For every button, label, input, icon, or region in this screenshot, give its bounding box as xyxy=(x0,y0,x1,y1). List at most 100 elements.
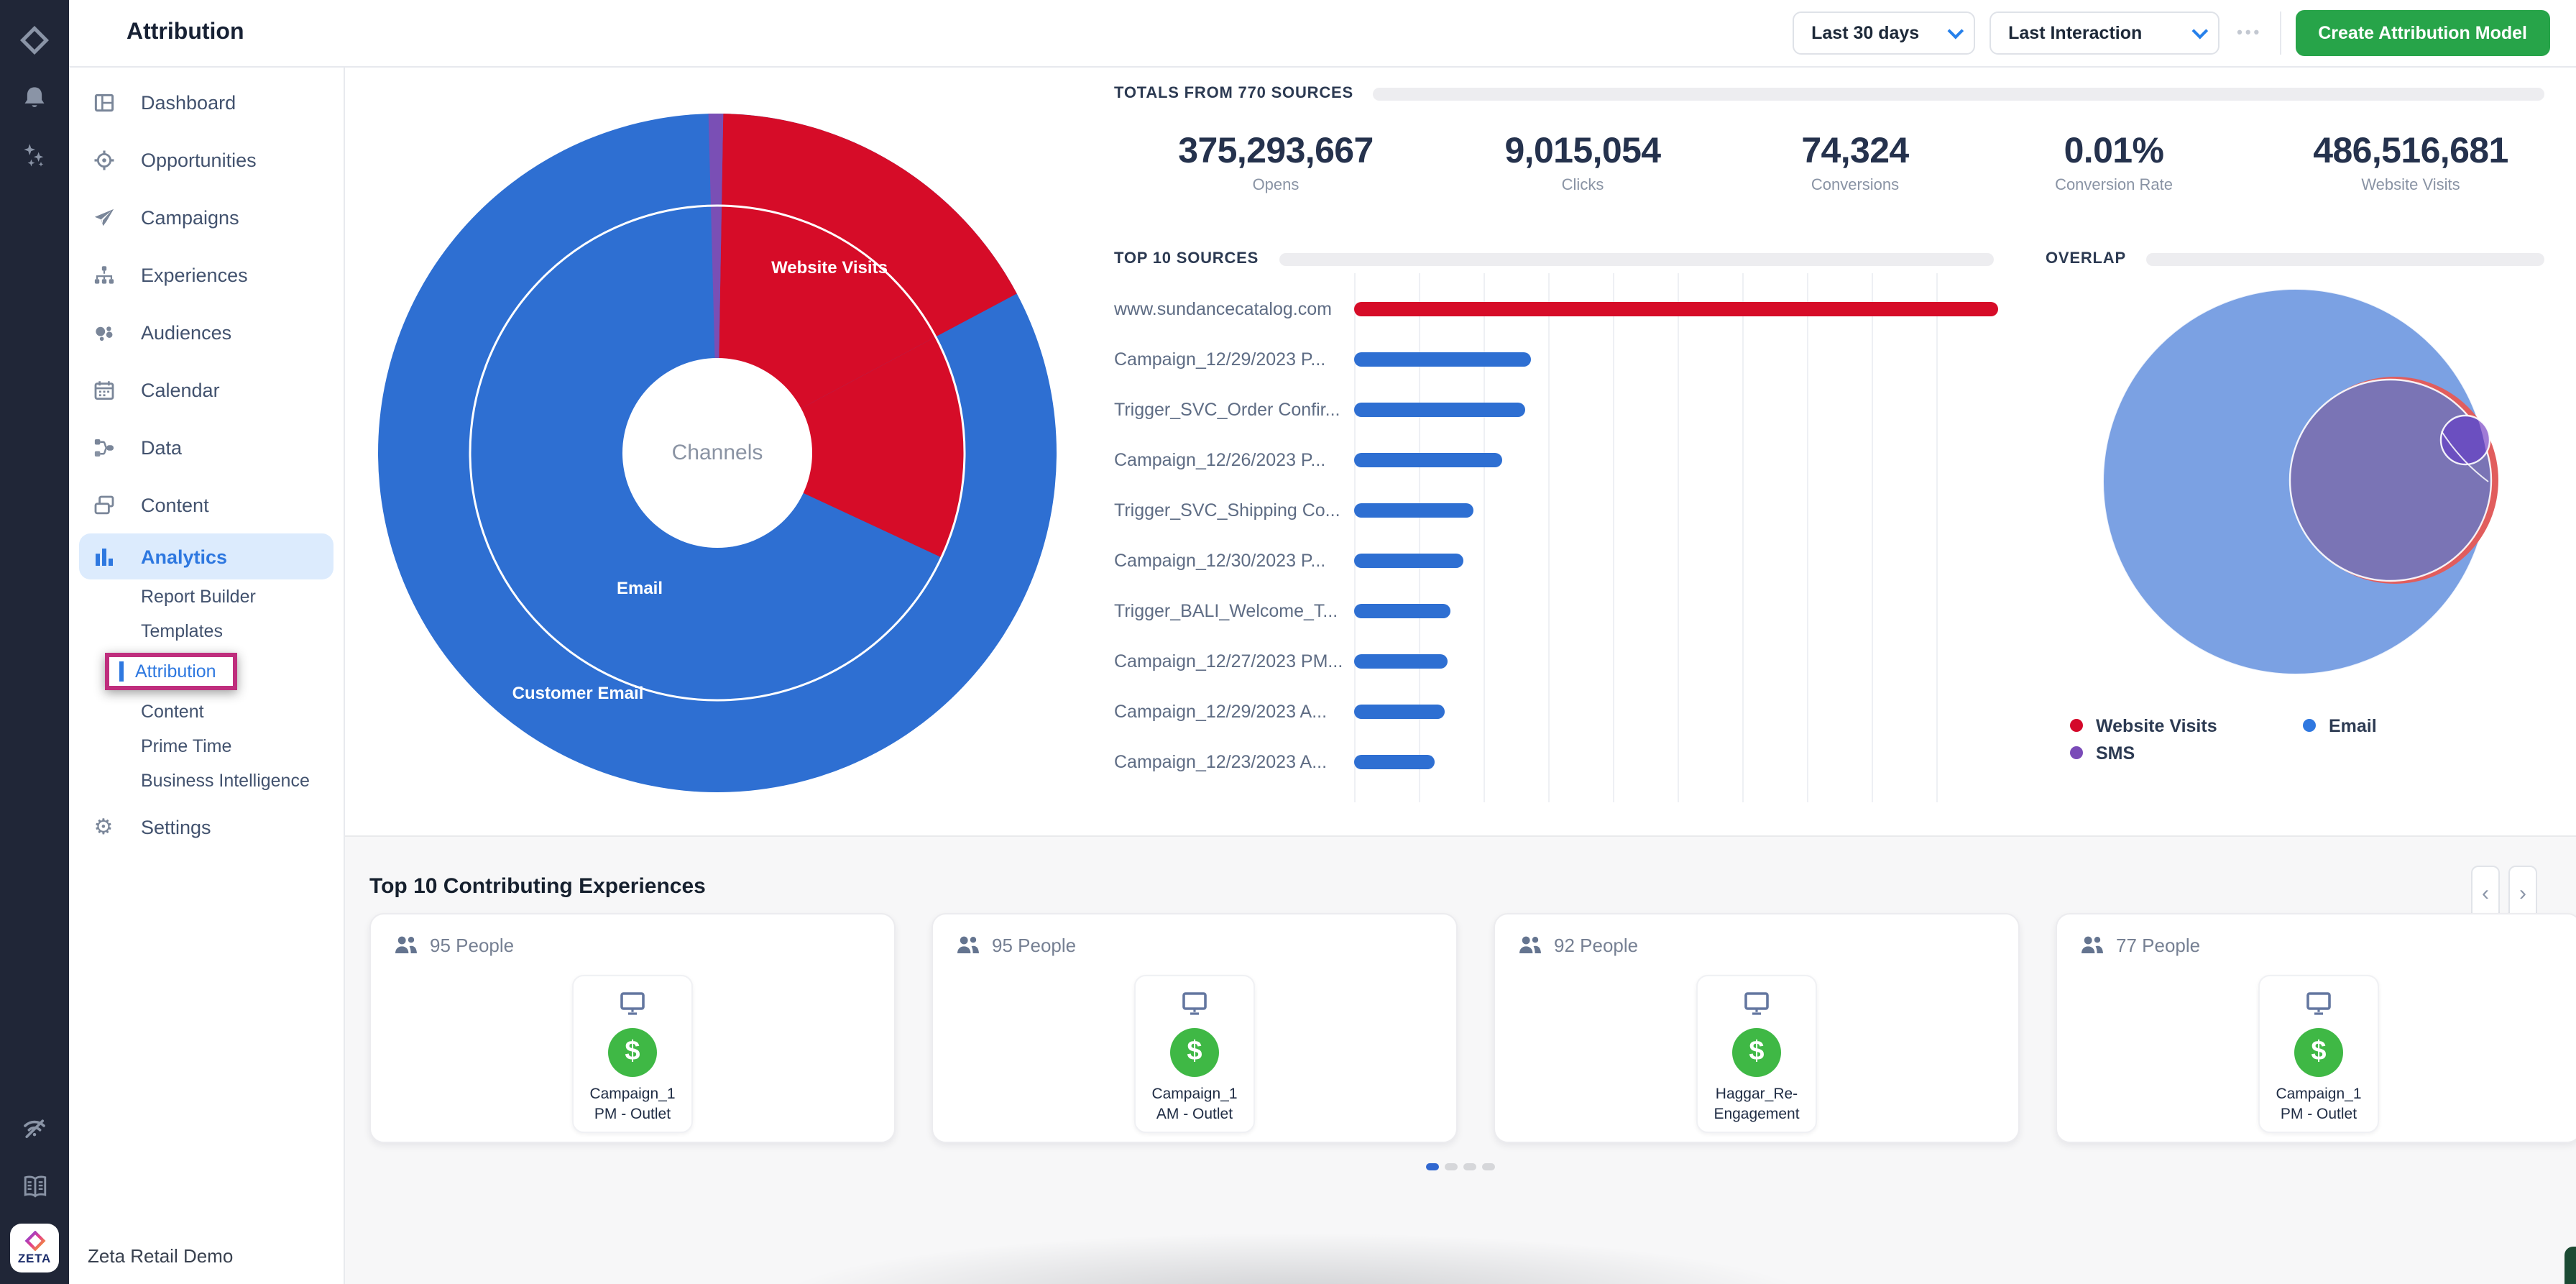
audiences-cluster-icon xyxy=(92,321,115,344)
source-bar[interactable] xyxy=(1354,503,1473,517)
carousel-dot-1[interactable] xyxy=(1426,1163,1439,1170)
source-bar[interactable] xyxy=(1354,301,1998,316)
data-flow-icon xyxy=(92,436,115,459)
experience-node-tile[interactable]: $ Campaign_1AM - Outlet xyxy=(1134,975,1255,1133)
sidebar-item-audiences[interactable]: Audiences xyxy=(69,303,344,361)
create-attribution-model-button[interactable]: Create Attribution Model xyxy=(2295,10,2550,56)
zeta-diamond-icon[interactable] xyxy=(0,12,69,69)
glossary-book-icon[interactable] xyxy=(0,1157,69,1215)
totals-heading: TOTALS FROM 770 SOURCES xyxy=(1114,85,1353,102)
chevron-down-icon xyxy=(2192,23,2209,40)
people-icon xyxy=(394,935,418,956)
source-label[interactable]: Trigger_BALI_Welcome_T... xyxy=(1114,600,1344,620)
legend-item-email: Email xyxy=(2303,715,2536,735)
source-bar[interactable] xyxy=(1354,654,1448,668)
experience-node-tile[interactable]: $ Campaign_1PM - Outlet xyxy=(2258,975,2379,1133)
sidebar-item-analytics[interactable]: Analytics xyxy=(79,533,334,579)
legend-item-sms: SMS xyxy=(2070,743,2303,763)
sidebar-item-settings[interactable]: ⚙ Settings xyxy=(69,798,344,856)
source-label[interactable]: www.sundancecatalog.com xyxy=(1114,298,1344,318)
source-bar[interactable] xyxy=(1354,352,1531,366)
source-label[interactable]: Campaign_12/27/2023 PM... xyxy=(1114,651,1344,671)
stat-website-visits: 486,516,681Website Visits xyxy=(2245,131,2576,194)
pager-next-button[interactable]: › xyxy=(2508,866,2537,920)
workspace-name[interactable]: Zeta Retail Demo xyxy=(88,1245,233,1267)
experience-node-tile[interactable]: $ Haggar_Re-Engagement xyxy=(1696,975,1817,1133)
sidebar-subitem-attribution[interactable]: Attribution xyxy=(105,653,238,690)
sidebar-item-data[interactable]: Data xyxy=(69,418,344,476)
active-subitem-indicator xyxy=(119,661,124,682)
people-icon xyxy=(1518,935,1542,956)
attribution-model-select[interactable]: Last Interaction xyxy=(1990,12,2220,55)
monitor-icon xyxy=(1742,991,1771,1017)
zeta-logo-tile[interactable]: ZETA xyxy=(10,1224,59,1272)
sidebar-item-content[interactable]: Content xyxy=(69,476,344,533)
sidebar-item-campaigns[interactable]: Campaigns xyxy=(69,188,344,246)
sidebar-item-dashboard[interactable]: Dashboard xyxy=(69,73,344,131)
revenue-dollar-icon: $ xyxy=(2294,1028,2343,1077)
people-count: 95 People xyxy=(394,935,514,956)
experience-cards-row: 95 People $ Campaign_1PM - Outlet 95 Peo… xyxy=(369,913,2576,1143)
overlap-venn-diagram xyxy=(2080,266,2511,697)
source-label[interactable]: Campaign_12/23/2023 A... xyxy=(1114,751,1344,771)
source-row: Campaign_12/30/2023 P... xyxy=(1114,535,1998,585)
source-label[interactable]: Campaign_12/29/2023 P... xyxy=(1114,349,1344,369)
experience-card[interactable]: 92 People $ Haggar_Re-Engagement xyxy=(1494,913,2020,1143)
source-label[interactable]: Campaign_12/26/2023 P... xyxy=(1114,449,1344,469)
top-header: Attribution Last 30 days Last Interactio… xyxy=(69,0,2576,68)
sidebar-nav: Dashboard Opportunities Campaigns Experi… xyxy=(69,68,345,1284)
app-root: ZETA Attribution Last 30 days Last Inter… xyxy=(0,0,2576,1284)
analytics-submenu: Report Builder Templates Attribution Con… xyxy=(69,579,344,798)
contributing-experiences-section: Top 10 Contributing Experiences ‹ › 95 P… xyxy=(345,835,2576,1284)
experience-node-tile[interactable]: $ Campaign_1PM - Outlet xyxy=(572,975,693,1133)
source-bar[interactable] xyxy=(1354,553,1463,567)
experience-card[interactable]: 95 People $ Campaign_1PM - Outlet xyxy=(369,913,896,1143)
content-copy-icon xyxy=(92,493,115,516)
sidebar-item-opportunities[interactable]: Opportunities xyxy=(69,131,344,188)
sidebar-subitem-content[interactable]: Content xyxy=(69,694,344,729)
sidebar-subitem-templates[interactable]: Templates xyxy=(69,614,344,648)
source-bar[interactable] xyxy=(1354,603,1450,618)
legend-dot-website-visits xyxy=(2070,719,2083,732)
carousel-dot-4[interactable] xyxy=(1482,1163,1495,1170)
overlap-section-header: OVERLAP xyxy=(2046,250,2544,267)
pager-prev-button[interactable]: ‹ xyxy=(2471,866,2500,920)
date-range-select[interactable]: Last 30 days xyxy=(1793,12,1975,55)
calendar-icon xyxy=(92,378,115,401)
sidebar-item-calendar[interactable]: Calendar xyxy=(69,361,344,418)
venn-email-website-overlap[interactable] xyxy=(2290,380,2491,581)
carousel-dot-3[interactable] xyxy=(1463,1163,1476,1170)
sidebar-subitem-report-builder[interactable]: Report Builder xyxy=(69,579,344,614)
legend-item-website-visits: Website Visits xyxy=(2070,715,2303,735)
overlap-heading: OVERLAP xyxy=(2046,250,2126,267)
monitor-icon xyxy=(2304,991,2333,1017)
source-bar[interactable] xyxy=(1354,452,1502,467)
source-bar[interactable] xyxy=(1354,704,1444,718)
chevron-right-icon: › xyxy=(2519,881,2526,905)
carousel-dot-2[interactable] xyxy=(1445,1163,1458,1170)
sidebar-subitem-business-intelligence[interactable]: Business Intelligence xyxy=(69,763,344,798)
source-label[interactable]: Campaign_12/30/2023 P... xyxy=(1114,550,1344,570)
signal-status-icon[interactable] xyxy=(0,1100,69,1157)
sidebar-subitem-prime-time[interactable]: Prime Time xyxy=(69,729,344,763)
experience-card[interactable]: 77 People $ Campaign_1PM - Outlet xyxy=(2056,913,2576,1143)
experience-node-caption: Campaign_1PM - Outlet xyxy=(2276,1086,2361,1125)
monitor-icon xyxy=(1180,991,1209,1017)
source-bar[interactable] xyxy=(1354,402,1524,416)
source-bar[interactable] xyxy=(1354,754,1435,769)
sidebar-item-experiences[interactable]: Experiences xyxy=(69,246,344,303)
notifications-bell-icon[interactable] xyxy=(0,69,69,127)
source-label[interactable]: Trigger_SVC_Order Confir... xyxy=(1114,399,1344,419)
experience-node-caption: Haggar_Re-Engagement xyxy=(1714,1086,1799,1125)
more-options-button[interactable]: ••• xyxy=(2234,24,2265,42)
source-label[interactable]: Trigger_SVC_Shipping Co... xyxy=(1114,500,1344,520)
source-label[interactable]: Campaign_12/29/2023 A... xyxy=(1114,701,1344,721)
experiences-sitemap-icon xyxy=(92,263,115,286)
sunburst-center-hole xyxy=(622,358,812,548)
experience-card[interactable]: 95 People $ Campaign_1AM - Outlet xyxy=(932,913,1458,1143)
source-row: Trigger_SVC_Order Confir... xyxy=(1114,384,1998,434)
ai-sparkles-icon[interactable] xyxy=(0,127,69,184)
monitor-icon xyxy=(618,991,647,1017)
revenue-dollar-icon: $ xyxy=(608,1028,657,1077)
experience-node-caption: Campaign_1AM - Outlet xyxy=(1151,1086,1237,1125)
